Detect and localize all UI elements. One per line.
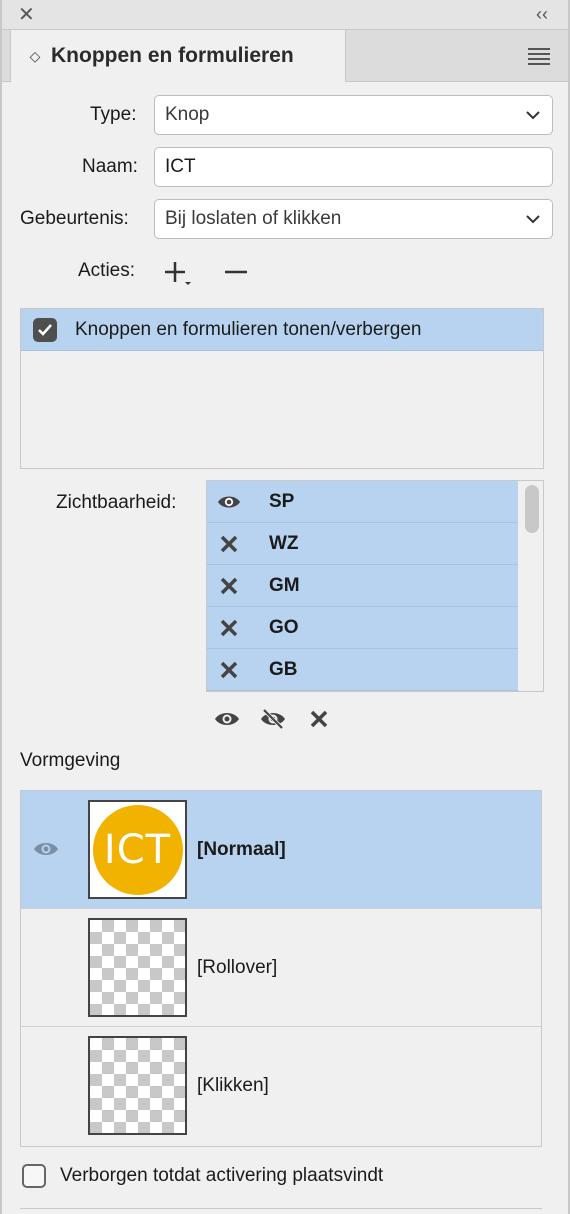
- type-value: Knop: [165, 104, 210, 125]
- state-thumbnail: [88, 918, 187, 1017]
- x-icon[interactable]: [217, 616, 241, 640]
- actions-list: Knoppen en formulieren tonen/verbergen: [20, 308, 544, 469]
- state-name: [Rollover]: [197, 957, 278, 978]
- visibility-row-gb[interactable]: GB: [207, 649, 518, 691]
- name-label: Naam:: [82, 156, 138, 177]
- name-value: ICT: [165, 156, 196, 177]
- visibility-item-name: GO: [269, 616, 299, 638]
- actions-label: Acties:: [78, 260, 136, 281]
- x-icon[interactable]: [217, 532, 241, 556]
- panel-title: Knoppen en formulieren: [51, 44, 294, 67]
- remove-action-icon[interactable]: [224, 266, 248, 280]
- visibility-list: SP WZ GM GO GB: [206, 480, 544, 692]
- action-item-label: Knoppen en formulieren tonen/verbergen: [75, 318, 422, 340]
- event-value: Bij loslaten of klikken: [165, 208, 342, 229]
- buttons-forms-panel: ✕ ‹‹ ◇ Knoppen en formulieren Type: Knop…: [0, 0, 570, 1214]
- hidden-until-triggered-option[interactable]: Verborgen totdat activering plaatsvindt: [22, 1164, 383, 1188]
- visibility-label: Zichtbaarheid:: [56, 492, 177, 513]
- eye-icon[interactable]: [33, 839, 59, 859]
- show-eye-icon[interactable]: [214, 706, 240, 732]
- type-label: Type:: [90, 104, 137, 125]
- visibility-row-wz[interactable]: WZ: [207, 523, 518, 565]
- type-select[interactable]: Knop: [154, 95, 553, 135]
- appearance-title: Vormgeving: [20, 750, 121, 771]
- collapse-panel-icon[interactable]: ‹‹: [536, 5, 548, 23]
- x-icon[interactable]: [217, 658, 241, 682]
- state-name: [Klikken]: [197, 1075, 269, 1096]
- event-select[interactable]: Bij loslaten of klikken: [154, 199, 553, 239]
- appearance-states-list: ICT [Normaal] [Rollover] [Klikken]: [20, 790, 542, 1147]
- chevron-down-icon: [526, 111, 540, 120]
- hidden-until-triggered-checkbox[interactable]: [22, 1164, 46, 1188]
- close-panel-icon[interactable]: ✕: [18, 5, 35, 25]
- state-row-rollover[interactable]: [Rollover]: [21, 909, 541, 1027]
- visibility-item-name: GM: [269, 574, 300, 596]
- visibility-row-go[interactable]: GO: [207, 607, 518, 649]
- state-row-normal[interactable]: ICT [Normaal]: [21, 791, 541, 909]
- name-field[interactable]: ICT: [154, 147, 553, 187]
- action-item[interactable]: Knoppen en formulieren tonen/verbergen: [21, 309, 543, 351]
- visibility-item-name: WZ: [269, 532, 299, 554]
- chevron-down-icon: [526, 215, 540, 224]
- hide-eye-slash-icon[interactable]: [260, 706, 286, 732]
- visibility-item-name: GB: [269, 658, 298, 680]
- ignore-x-icon[interactable]: [306, 706, 332, 732]
- visibility-row-sp[interactable]: SP: [207, 481, 518, 523]
- panel-tab-row: ◇ Knoppen en formulieren: [2, 30, 568, 82]
- updown-chevron-icon[interactable]: ◇: [21, 48, 49, 65]
- ict-logo: ICT: [92, 804, 183, 895]
- eye-icon[interactable]: [217, 490, 241, 514]
- x-icon[interactable]: [217, 574, 241, 598]
- tab-buttons-forms[interactable]: ◇ Knoppen en formulieren: [10, 30, 346, 82]
- state-row-click[interactable]: [Klikken]: [21, 1027, 541, 1145]
- state-name: [Normaal]: [197, 839, 286, 860]
- state-thumbnail: ICT: [88, 800, 187, 899]
- hidden-until-triggered-label: Verborgen totdat activering plaatsvindt: [60, 1165, 384, 1186]
- visibility-item-name: SP: [269, 490, 295, 512]
- panel-menu-icon[interactable]: [528, 48, 550, 65]
- panel-top-strip: ✕ ‹‹: [2, 0, 568, 30]
- visibility-row-gm[interactable]: GM: [207, 565, 518, 607]
- action-enabled-checkbox[interactable]: [33, 317, 57, 342]
- event-label: Gebeurtenis:: [20, 208, 129, 229]
- visibility-actions: [214, 706, 332, 732]
- footer-divider: [20, 1208, 542, 1209]
- visibility-scrollbar[interactable]: [525, 485, 539, 533]
- checkmark-icon: [38, 323, 52, 336]
- state-thumbnail: [88, 1036, 187, 1135]
- add-action-icon[interactable]: [164, 260, 194, 286]
